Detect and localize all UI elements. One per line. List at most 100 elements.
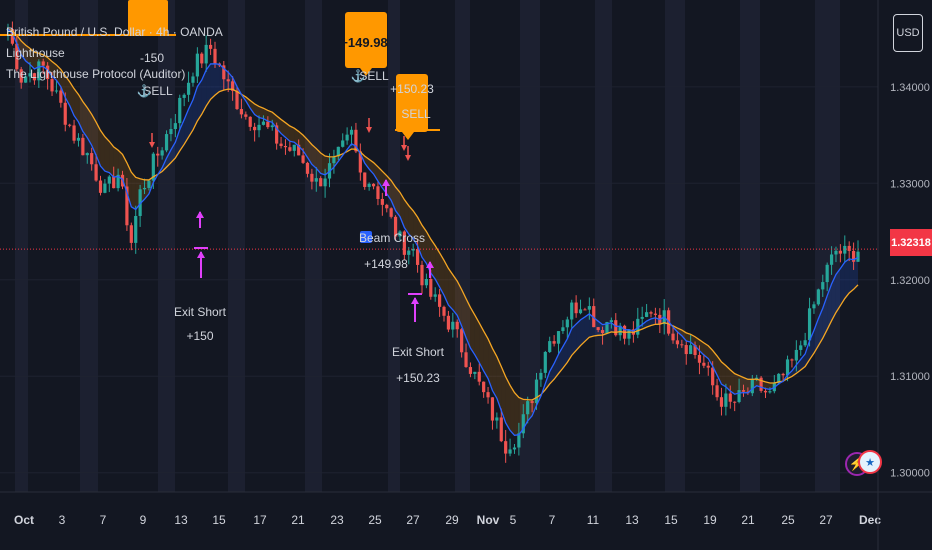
sell-signal-value: +150.23: [390, 82, 434, 96]
candle-body: [129, 225, 133, 243]
candle-body: [609, 320, 613, 323]
candle-body: [349, 129, 354, 135]
candle-body: [715, 385, 719, 398]
candle-body: [829, 254, 834, 265]
candle-body: [508, 449, 512, 454]
candle-body: [442, 306, 446, 316]
candle-body: [244, 114, 248, 117]
candle-body: [90, 153, 94, 165]
candle-body: [570, 302, 574, 320]
candle-body: [561, 327, 565, 332]
ma-cloud-segment: [131, 172, 136, 210]
candle-body: [292, 144, 296, 151]
candle-body: [72, 125, 76, 141]
candle-body: [565, 319, 569, 328]
time-tick-label: 11: [587, 513, 600, 527]
candle-body: [270, 125, 274, 128]
time-tick-label: 5: [510, 513, 517, 527]
candle-body: [684, 345, 688, 355]
sell-signal-value: +149.98: [340, 35, 387, 50]
candle-body: [464, 352, 468, 368]
candle-body: [477, 371, 481, 382]
candle-body: [85, 153, 89, 156]
entry-arrow-head: [366, 127, 372, 133]
time-tick-label: 7: [549, 513, 556, 527]
candle-body: [526, 401, 530, 415]
entry-arrow-head: [401, 145, 407, 151]
candle-body: [103, 183, 107, 193]
candle-body: [534, 379, 539, 404]
time-tick-label: Oct: [14, 513, 34, 527]
indicator-lighthouse-protocol[interactable]: The Lighthouse Protocol (Auditor): [6, 64, 223, 85]
session-band: [388, 0, 400, 492]
candle-body: [438, 294, 442, 307]
candle-body: [600, 330, 605, 334]
anchor-icon: ⚓: [351, 69, 366, 83]
candle-body: [548, 341, 552, 352]
candle-body: [376, 186, 380, 199]
candle-body: [482, 381, 486, 393]
candle-body: [160, 150, 164, 156]
candle-body: [750, 379, 754, 394]
candle-body: [98, 180, 103, 193]
candle-body: [253, 126, 257, 131]
candle-body: [424, 279, 428, 286]
candle-body: [451, 321, 455, 330]
candle-body: [711, 367, 715, 386]
candle-body: [512, 447, 517, 450]
candle-body: [671, 333, 675, 341]
ma-cloud-segment: [849, 258, 854, 293]
symbol-title: British Pound / U.S. Dollar · 4h · OANDA: [6, 25, 223, 39]
candle-body: [81, 137, 85, 156]
candle-body: [741, 390, 746, 392]
candle-body: [468, 367, 473, 374]
candle-body: [495, 417, 499, 421]
candle-body: [697, 355, 702, 363]
candle-body: [486, 392, 490, 398]
time-tick-label: 19: [703, 513, 717, 527]
candle-body: [178, 97, 182, 124]
us-flag-icon[interactable]: ★: [858, 450, 882, 474]
candle-body: [574, 302, 578, 314]
candle-body: [257, 124, 261, 131]
exit-short-value: +150.23: [396, 371, 440, 385]
price-tick-label: 1.34000: [890, 82, 930, 94]
currency-button[interactable]: USD: [893, 14, 923, 52]
session-band: [740, 0, 760, 492]
candle-body: [803, 340, 807, 346]
candle-body: [816, 289, 820, 305]
candle-body: [288, 147, 292, 151]
candle-body: [706, 365, 710, 368]
candle-body: [319, 178, 323, 187]
session-band: [815, 0, 840, 492]
time-tick-label: 17: [253, 513, 267, 527]
candle-body: [310, 173, 314, 182]
candle-body: [702, 362, 706, 366]
candle-body: [182, 94, 186, 98]
session-band: [455, 0, 470, 492]
time-tick-label: 7: [100, 513, 107, 527]
candle-body: [283, 146, 288, 148]
time-tick-label: 25: [368, 513, 382, 527]
candle-body: [142, 187, 147, 190]
entry-arrow-head: [149, 142, 155, 148]
candle-body: [733, 401, 737, 403]
exit-marker-head: [197, 251, 205, 258]
session-band: [595, 0, 612, 492]
time-tick-label: 27: [819, 513, 833, 527]
candle-body: [266, 121, 270, 128]
candle-body: [737, 390, 741, 402]
anchor-icon: ⚓: [137, 84, 152, 98]
candle-body: [433, 294, 437, 297]
candle-body: [59, 90, 63, 103]
candle-body: [627, 329, 631, 339]
time-tick-label: 29: [445, 513, 459, 527]
ma-cloud-segment: [844, 258, 850, 299]
candle-body: [63, 102, 67, 125]
candle-body: [147, 180, 151, 188]
indicator-lighthouse[interactable]: Lighthouse: [6, 43, 223, 64]
exit-short-label: Exit Short: [392, 345, 445, 359]
candle-body: [799, 345, 803, 350]
candle-body: [543, 351, 547, 373]
candle-body: [640, 316, 644, 319]
